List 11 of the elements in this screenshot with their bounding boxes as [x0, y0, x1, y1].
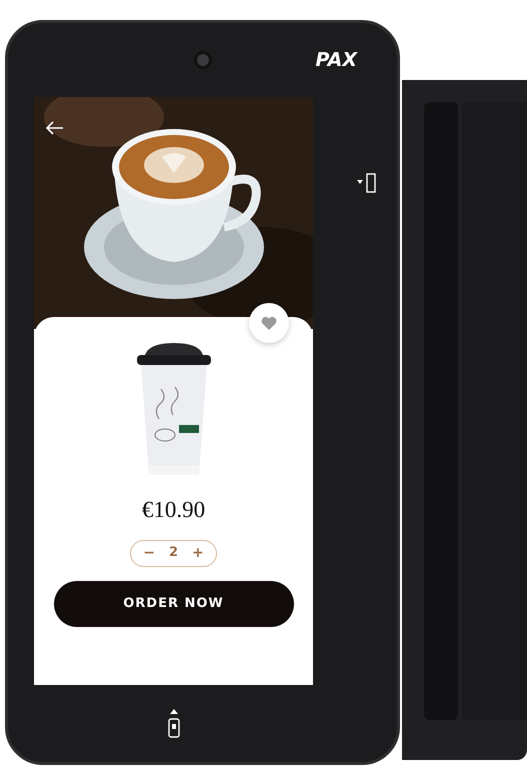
quantity-value: 2	[168, 544, 178, 562]
heart-icon	[261, 316, 277, 330]
brand-logo: PAX	[315, 48, 357, 73]
order-button[interactable]: ORDER NOW	[54, 580, 294, 626]
camera-icon	[194, 51, 212, 69]
card-insert-icon	[356, 172, 378, 194]
back-arrow-icon[interactable]	[46, 121, 64, 135]
increase-button[interactable]: +	[192, 542, 204, 564]
card-reader-icon	[166, 708, 180, 738]
price: €10.90	[142, 496, 206, 524]
decrease-button[interactable]: −	[143, 542, 155, 564]
